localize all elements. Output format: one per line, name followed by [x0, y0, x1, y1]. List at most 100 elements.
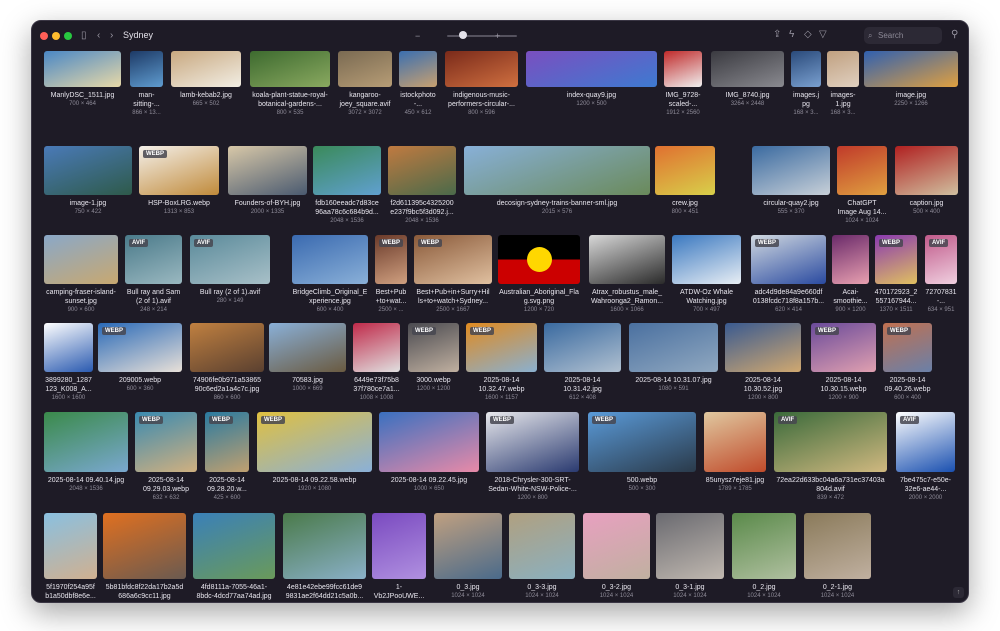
thumbnail-item[interactable]: lamb-kebab2.jpg 665 × 502	[171, 51, 241, 125]
thumbnail-image[interactable]	[190, 323, 264, 372]
thumbnail-image[interactable]	[895, 146, 958, 195]
thumbnail-image[interactable]: WEBP	[875, 235, 917, 284]
thumbnail-image[interactable]: WEBP	[205, 412, 249, 472]
forward-icon[interactable]: ›	[110, 31, 113, 41]
slider-knob[interactable]	[459, 31, 467, 39]
thumbnail-image[interactable]	[864, 51, 958, 87]
thumbnail-image[interactable]	[672, 235, 741, 284]
thumbnail-image[interactable]: WEBP	[466, 323, 537, 372]
thumbnail-item[interactable]: WEBP 500.webp 500 × 300	[588, 412, 696, 510]
thumbnail-image[interactable]	[250, 51, 330, 87]
thumbnail-item[interactable]: WEBP 2025-08-14 09.29.03.webp 632 × 632	[135, 412, 197, 510]
thumbnail-image[interactable]: WEBP	[883, 323, 932, 372]
thumbnail-size-slider[interactable]	[447, 35, 517, 37]
thumbnail-item[interactable]: kangaroo- joey_square.avif 3072 × 3072	[338, 51, 392, 125]
thumbnail-item[interactable]: WEBP adc4d9de84a9e660df 0138fcdc718f8a157…	[751, 235, 826, 322]
thumbnail-image[interactable]	[313, 146, 381, 195]
thumbnail-image[interactable]	[445, 51, 518, 87]
thumbnail-item[interactable]: 4fd8111a-7055-46a1- 8bdc-4dcd77aa74ad.jp…	[193, 513, 275, 602]
thumbnail-image[interactable]	[44, 513, 97, 579]
search-field[interactable]: ⌕ Search	[864, 27, 942, 44]
thumbnail-item[interactable]: WEBP 2025-08-14 10.32.47.webp 1600 × 1157	[466, 323, 537, 410]
thumbnail-item[interactable]: ATDW-Oz Whale Watching.jpg 700 × 497	[672, 235, 741, 322]
thumbnail-item[interactable]: AVIF 72ea22d633bc04a6a731ec37403a 804d.av…	[774, 412, 887, 510]
thumbnail-item[interactable]: 0_3.jpg 1024 × 1024	[434, 513, 502, 602]
thumbnail-item[interactable]: AVIF 72707831 -... 634 × 951	[925, 235, 957, 322]
thumbnail-item[interactable]: 2025-08-14 10.31.07.jpg 1080 × 591	[629, 323, 718, 410]
thumbnail-image[interactable]	[292, 235, 368, 284]
thumbnail-item[interactable]: f2d611395c4325200 e237f9bc5f3d092.j... 20…	[388, 146, 456, 233]
thumbnail-image[interactable]	[832, 235, 869, 284]
thumbnail-image[interactable]	[353, 323, 400, 372]
thumbnail-image[interactable]	[526, 51, 657, 87]
thumbnail-item[interactable]: WEBP 3000.webp 1200 × 1200	[408, 323, 459, 410]
thumbnail-image[interactable]: AVIF	[125, 235, 182, 284]
thumbnail-image[interactable]	[583, 513, 650, 579]
thumbnail-image[interactable]	[732, 513, 796, 579]
thumbnail-image[interactable]	[725, 323, 801, 372]
thumbnail-image[interactable]	[752, 146, 830, 195]
thumbnail-item[interactable]: 3899280_1287 123_K008_A... 1600 × 1600	[44, 323, 93, 410]
thumbnail-image[interactable]	[827, 51, 859, 87]
thumbnail-item[interactable]: WEBP HSP-BoxLRG.webp 1313 × 853	[139, 146, 219, 233]
scroll-to-top-icon[interactable]: ↑	[953, 587, 964, 598]
thumbnail-item[interactable]: 6449e73f75b8 37f780ce7a1... 1008 × 1008	[353, 323, 400, 410]
thumbnail-image[interactable]	[338, 51, 392, 87]
thumbnail-item[interactable]: WEBP 470172923_2 557167944... 1370 × 1511	[875, 235, 917, 322]
thumbnail-image[interactable]: WEBP	[588, 412, 696, 472]
thumbnail-item[interactable]: 0_2-1.jpg 1024 × 1024	[804, 513, 871, 602]
thumbnail-item[interactable]: indigenous-music- performers-circular-..…	[445, 51, 518, 125]
thumbnail-image[interactable]: WEBP	[98, 323, 182, 372]
thumbnail-image[interactable]	[704, 412, 766, 472]
thumbnail-item[interactable]: 85unysz7eje81.jpg 1789 × 1785	[704, 412, 766, 510]
thumbnail-item[interactable]: AVIF Bull ray and Sam (2 of 1).avif 248 × …	[125, 235, 182, 322]
thumbnail-item[interactable]: 2025-08-14 09.22.45.jpg 1000 × 650	[379, 412, 479, 510]
thumbnail-item[interactable]: 74906fe0b971a53865 90c6ed2a1a4c7c.jpg 860…	[190, 323, 264, 410]
thumbnail-image[interactable]	[44, 412, 128, 472]
thumbnail-image[interactable]	[804, 513, 871, 579]
thumbnail-image[interactable]	[655, 146, 715, 195]
minimize-button[interactable]	[52, 32, 60, 40]
thumbnail-item[interactable]: circular-quay2.jpg 555 × 370	[752, 146, 830, 233]
thumbnail-item[interactable]: WEBP 209005.webp 600 × 360	[98, 323, 182, 410]
thumbnail-image[interactable]	[589, 235, 665, 284]
thumbnail-item[interactable]: 70583.jpg 1000 × 669	[269, 323, 346, 410]
share-icon[interactable]: ⇪	[773, 30, 781, 40]
thumbnail-item[interactable]: IMG_8740.jpg 3264 × 2448	[711, 51, 784, 125]
thumbnail-item[interactable]: 0_2.jpg 1024 × 1024	[732, 513, 796, 602]
thumbnail-item[interactable]: ChatGPT Image Aug 14... 1024 × 1024	[837, 146, 887, 233]
thumbnail-image[interactable]: AVIF	[190, 235, 270, 284]
thumbnail-image[interactable]: WEBP	[486, 412, 579, 472]
thumbnail-image[interactable]: WEBP	[375, 235, 407, 284]
zoom-in-icon[interactable]: +	[495, 31, 500, 41]
thumbnail-item[interactable]: 2025-08-14 10.30.52.jpg 1200 × 800	[725, 323, 801, 410]
thumbnail-image[interactable]	[388, 146, 456, 195]
thumbnail-image[interactable]	[464, 146, 650, 195]
thumbnail-item[interactable]: koala-plant-statue-royal- botanical-gard…	[250, 51, 330, 125]
thumbnail-item[interactable]: images- 1.jpg 168 × 3...	[827, 51, 859, 125]
thumbnail-item[interactable]: caption.jpg 500 × 400	[895, 146, 958, 233]
thumbnail-image[interactable]	[372, 513, 426, 579]
thumbnail-image[interactable]	[509, 513, 575, 579]
thumbnail-item[interactable]: camping-fraser-island- sunset.jpg 900 × 6…	[44, 235, 118, 322]
thumbnail-image[interactable]: WEBP	[751, 235, 826, 284]
thumbnail-image[interactable]: AVIF	[774, 412, 887, 472]
thumbnail-image[interactable]	[544, 323, 621, 372]
thumbnail-item[interactable]: image.jpg 2250 × 1266	[864, 51, 958, 125]
thumbnail-image[interactable]	[629, 323, 718, 372]
thumbnail-image[interactable]	[399, 51, 437, 87]
thumbnail-image[interactable]	[711, 51, 784, 87]
sidebar-toggle-icon[interactable]: ▯	[81, 31, 87, 41]
thumbnail-image[interactable]	[171, 51, 241, 87]
thumbnail-item[interactable]: Acai- smoothie... 900 × 1200	[832, 235, 869, 322]
thumbnail-image[interactable]	[837, 146, 887, 195]
thumbnail-image[interactable]	[44, 323, 93, 372]
thumbnail-item[interactable]: AVIF Bull ray (2 of 1).avif 280 × 149	[190, 235, 270, 322]
thumbnail-image[interactable]	[791, 51, 821, 87]
thumbnail-image[interactable]: WEBP	[135, 412, 197, 472]
zoom-out-icon[interactable]: −	[415, 31, 420, 41]
thumbnail-image[interactable]	[193, 513, 275, 579]
thumbnail-item[interactable]: WEBP Best+Pub+in+Surry+Hil ls+to+watch+Sy…	[414, 235, 492, 322]
thumbnail-item[interactable]: 5f1970f254a95f b1a50dbf8e6e...1199 × 147…	[44, 513, 97, 602]
thumbnail-item[interactable]: fdb160eeadc7d83ce 96aa78c6c684b9d... 2048…	[313, 146, 381, 233]
